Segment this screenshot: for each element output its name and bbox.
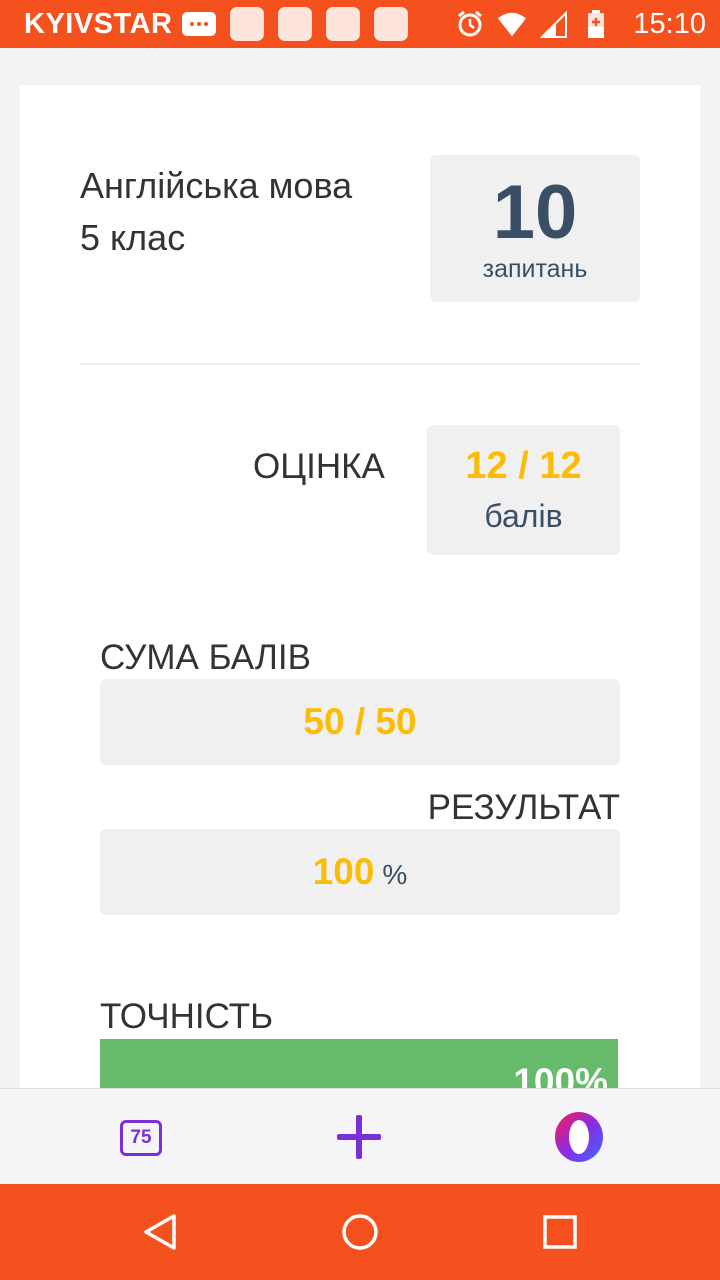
question-count: 10 [492,170,578,255]
recents-button[interactable] [540,1212,580,1252]
status-bar: KYIVSTAR 15:10 [0,0,720,48]
question-count-box: 10 запитань [430,155,640,302]
clock: 15:10 [633,7,706,40]
home-button[interactable] [340,1212,380,1252]
notification-app-icon [278,7,313,41]
navigation-bar [0,1184,720,1280]
opera-menu-button[interactable] [553,1111,605,1163]
question-count-label: запитань [482,255,588,283]
result-value: 100 [312,851,375,892]
system-icons: 15:10 [455,8,706,41]
alarm-icon [455,9,485,39]
notification-app-icon [326,7,361,41]
result-box: 100 % [100,829,620,915]
notification-app-icon [230,7,265,41]
grade-box: 12 / 12 балів [427,425,620,555]
home-icon [342,1214,378,1250]
notification-app-icon [374,7,409,41]
carrier-name: KYIVSTAR [24,7,173,40]
score-sum-label: СУМА БАЛІВ [100,638,311,677]
grade-label: ОЦІНКА [253,447,385,486]
notification-icons [182,7,409,41]
recents-icon [543,1215,577,1249]
browser-toolbar: 75 [0,1088,720,1184]
back-icon [144,1214,176,1250]
signal-icon [539,9,569,39]
divider [80,363,640,365]
grade-value: 12 / 12 [465,445,582,487]
score-sum-value: 50 / 50 [303,701,417,742]
result-unit: % [382,859,408,890]
grade-unit: балів [484,498,563,534]
wifi-icon [497,9,527,39]
result-label: РЕЗУЛЬТАТ [427,788,620,827]
back-button[interactable] [140,1212,180,1252]
tabs-button[interactable]: 75 [120,1120,162,1156]
score-sum-box: 50 / 50 [100,679,620,765]
new-tab-button[interactable] [337,1115,381,1159]
battery-icon [581,9,611,39]
tab-count: 75 [130,1127,152,1148]
message-icon [182,12,217,36]
quiz-result-card: Англійська мова 5 клас 10 запитань ОЦІНК… [20,85,700,1109]
opera-icon [555,1112,603,1162]
accuracy-label: ТОЧНІСТЬ [100,997,274,1036]
quiz-title: Англійська мова 5 клас [80,165,353,258]
